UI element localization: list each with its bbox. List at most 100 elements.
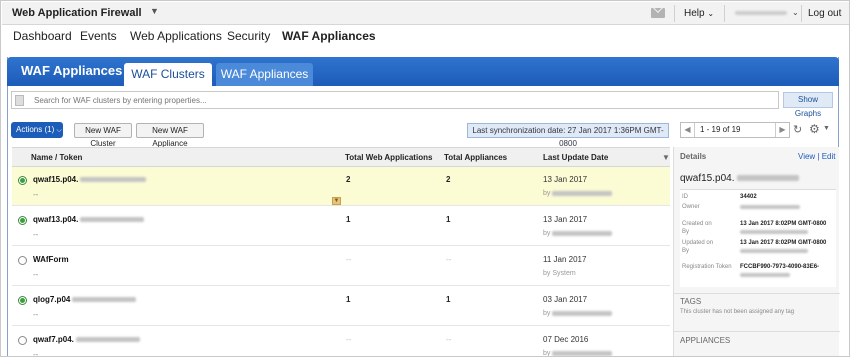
new-waf-appliance-button[interactable]: New WAF Appliance xyxy=(136,123,204,148)
field-label: Updated on xyxy=(682,240,714,246)
nav-security[interactable]: Security xyxy=(227,29,270,43)
last-update-date: 13 Jan 2017 xyxy=(543,175,588,184)
total-appliances: 1 xyxy=(446,215,451,224)
updated-by: by xyxy=(543,310,613,317)
search-input[interactable] xyxy=(34,94,754,107)
user-name-blurred[interactable] xyxy=(735,11,787,15)
refresh-icon[interactable]: ↻ xyxy=(793,123,802,136)
cluster-name: qlog7.p04 xyxy=(33,295,137,304)
pager-label: 1 - 19 of 19 xyxy=(700,125,741,134)
view-edit-links[interactable]: View | Edit xyxy=(798,152,836,161)
chevron-down-icon: ⌵ xyxy=(56,127,62,134)
chevron-down-icon[interactable]: ▼ xyxy=(150,6,159,16)
chevron-down-icon[interactable]: ⌄ xyxy=(792,8,799,17)
field-value: FCCBF990-7973-4090-83E6- xyxy=(740,264,820,270)
last-update-date: 03 Jan 2017 xyxy=(543,295,588,304)
row-menu-icon[interactable]: ▼ xyxy=(332,197,341,205)
gear-icon[interactable]: ⚙ xyxy=(809,122,820,136)
cluster-token: -- xyxy=(33,270,39,279)
show-graphs-button[interactable]: Show Graphs xyxy=(783,92,833,118)
nav-events[interactable]: Events xyxy=(80,29,117,43)
document-icon xyxy=(15,95,24,106)
main-nav: Dashboard Events Web Applications Securi… xyxy=(2,25,849,47)
field-value: 34402 xyxy=(740,194,757,200)
cluster-name: WAfForm xyxy=(33,255,69,264)
total-web-apps: 1 xyxy=(346,215,351,224)
table-row[interactable]: qlog7.p04 -- 1 1 03 Jan 2017 by xyxy=(12,287,670,326)
table-header: Name / Token Total Web Applications Tota… xyxy=(12,147,670,167)
new-waf-cluster-button[interactable]: New WAF Cluster xyxy=(74,123,132,148)
details-title: qwaf15.p04. xyxy=(680,173,799,184)
cluster-name: qwaf13.p04. xyxy=(33,215,145,224)
cluster-token: -- xyxy=(33,190,39,199)
prev-page-button[interactable]: ◀ xyxy=(681,123,695,137)
last-update-date: 11 Jan 2017 xyxy=(543,255,587,264)
panel-title: WAF Appliances xyxy=(21,63,123,78)
status-inactive-icon xyxy=(18,256,27,265)
cluster-token: -- xyxy=(33,310,39,319)
status-active-icon xyxy=(18,216,27,225)
tab-waf-clusters[interactable]: WAF Clusters xyxy=(124,63,212,86)
status-active-icon xyxy=(18,296,27,305)
status-active-icon xyxy=(18,176,27,185)
updated-by: by xyxy=(543,350,613,356)
appliances-section: APPLIANCES xyxy=(674,331,840,356)
column-header-name[interactable]: Name / Token xyxy=(31,153,82,162)
updated-by: by xyxy=(543,190,613,197)
cluster-token: -- xyxy=(33,350,39,357)
field-label: By xyxy=(682,229,690,235)
sort-desc-icon[interactable]: ▼ xyxy=(662,153,670,162)
table-row[interactable]: qwaf15.p04. -- ▼ 2 2 13 Jan 2017 by xyxy=(12,167,670,206)
divider xyxy=(724,5,725,22)
nav-web-applications[interactable]: Web Applications xyxy=(130,29,222,43)
top-bar: Web Application Firewall ▼ Help ⌄ ⌄ Log … xyxy=(2,2,849,25)
divider xyxy=(801,5,802,22)
column-header-appliances[interactable]: Total Appliances xyxy=(444,153,507,162)
field-label: Registration Token xyxy=(682,264,732,270)
help-label: Help xyxy=(684,8,705,19)
cluster-name: qwaf15.p04. xyxy=(33,175,147,184)
field-label: By xyxy=(682,248,690,254)
updated-by-blurred xyxy=(740,249,808,253)
field-label: Created on xyxy=(682,221,712,227)
divider xyxy=(674,5,675,22)
app-title[interactable]: Web Application Firewall xyxy=(12,7,142,19)
actions-label: Actions (1) xyxy=(16,125,55,134)
logout-link[interactable]: Log out xyxy=(808,8,841,19)
updated-by: by System xyxy=(543,270,576,277)
tags-note: This cluster has not been assigned any t… xyxy=(680,309,795,315)
appliances-title: APPLIANCES xyxy=(680,336,731,345)
owner-blurred xyxy=(740,205,800,209)
table-row[interactable]: qwaf7.p04. -- -- -- 07 Dec 2016 by xyxy=(12,327,670,357)
pager: ◀ 1 - 19 of 19 ▶ xyxy=(680,122,790,138)
cluster-name: qwaf7.p04. xyxy=(33,335,140,344)
mail-icon[interactable] xyxy=(651,8,665,18)
total-web-apps: -- xyxy=(346,255,352,264)
total-appliances: -- xyxy=(446,255,452,264)
nav-waf-appliances[interactable]: WAF Appliances xyxy=(282,29,376,43)
next-page-button[interactable]: ▶ xyxy=(775,123,789,137)
actions-button[interactable]: Actions (1) ⌵ xyxy=(11,122,63,138)
tab-waf-appliances[interactable]: WAF Appliances xyxy=(216,63,313,86)
created-by-blurred xyxy=(740,230,808,234)
app-window: Web Application Firewall ▼ Help ⌄ ⌄ Log … xyxy=(0,0,850,357)
nav-dashboard[interactable]: Dashboard xyxy=(13,29,72,43)
details-fields: ID 34402 Owner Created on 13 Jan 2017 8:… xyxy=(680,189,836,287)
field-label: Owner xyxy=(682,204,700,210)
chevron-down-icon[interactable]: ▼ xyxy=(823,125,830,132)
field-value: 13 Jan 2017 8:02PM GMT-0800 xyxy=(740,221,827,227)
column-header-last-update[interactable]: Last Update Date xyxy=(543,153,608,162)
help-menu[interactable]: Help ⌄ xyxy=(684,8,714,19)
updated-by: by xyxy=(543,230,613,237)
table-row[interactable]: qwaf13.p04. -- 1 1 13 Jan 2017 by xyxy=(12,207,670,246)
column-header-web-apps[interactable]: Total Web Applications xyxy=(345,153,432,162)
total-appliances: 2 xyxy=(446,175,451,184)
total-web-apps: 2 xyxy=(346,175,351,184)
status-inactive-icon xyxy=(18,336,27,345)
details-header: Details xyxy=(680,152,707,161)
table-row[interactable]: WAfForm -- -- -- 11 Jan 2017 by System xyxy=(12,247,670,286)
sync-status: Last synchronization date: 27 Jan 2017 1… xyxy=(467,123,669,148)
cluster-token: -- xyxy=(33,230,39,239)
total-appliances: 1 xyxy=(446,295,451,304)
token-blurred xyxy=(740,273,790,277)
